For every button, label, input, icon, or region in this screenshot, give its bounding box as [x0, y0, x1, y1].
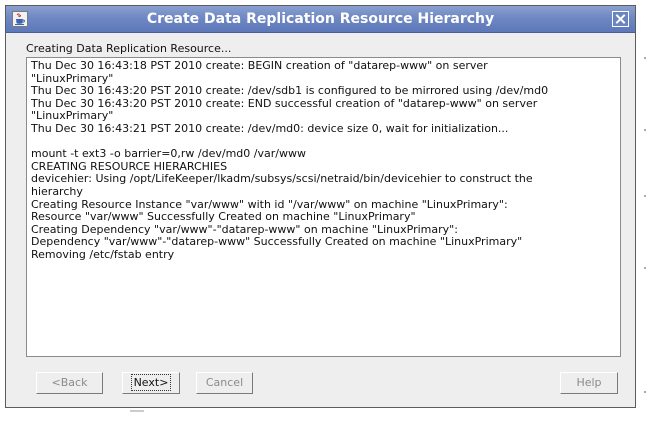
progress-caption: Creating Data Replication Resource... — [26, 42, 232, 55]
log-line: Thu Dec 30 16:43:20 PST 2010 create: /de… — [31, 84, 549, 98]
back-button-label: <Back — [51, 376, 88, 389]
log-line: Removing /etc/fstab entry — [31, 247, 175, 261]
close-icon[interactable] — [612, 11, 629, 27]
back-button[interactable]: <Back — [36, 372, 103, 394]
log-line: hierarchy — [31, 184, 83, 198]
window-title: Create Data Replication Resource Hierarc… — [146, 11, 495, 27]
log-line: Thu Dec 30 16:43:18 PST 2010 create: BEG… — [31, 59, 488, 72]
help-button[interactable]: Help — [560, 372, 618, 394]
log-line: Thu Dec 30 16:43:20 PST 2010 create: END… — [31, 96, 538, 110]
cancel-button[interactable]: Cancel — [196, 372, 253, 394]
next-button-label: Next> — [130, 374, 172, 391]
next-button[interactable]: Next> — [122, 372, 180, 394]
title-bar[interactable]: Create Data Replication Resource Hierarc… — [6, 6, 635, 33]
output-log[interactable]: Thu Dec 30 16:43:18 PST 2010 create: BEG… — [26, 57, 621, 357]
log-line: Thu Dec 30 16:43:21 PST 2010 create: /de… — [31, 121, 509, 135]
log-line: Resource "var/www" Successfully Created … — [31, 210, 416, 224]
log-line: devicehier: Using /opt/LifeKeeper/lkadm/… — [31, 172, 533, 186]
help-button-label: Help — [576, 376, 602, 389]
log-line: mount -t ext3 -o barrier=0,rw /dev/md0 /… — [31, 147, 306, 161]
wizard-dialog: Create Data Replication Resource Hierarc… — [5, 5, 636, 408]
button-bar: <Back Next> Cancel Help — [6, 372, 635, 400]
cancel-button-label: Cancel — [205, 376, 244, 389]
